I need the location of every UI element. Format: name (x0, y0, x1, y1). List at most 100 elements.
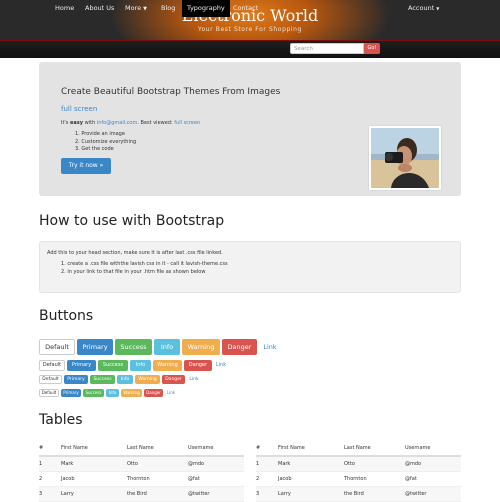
table-row: 3 Larry the Bird @twitter (256, 486, 461, 502)
warning-button-sm[interactable]: Warning (135, 375, 160, 384)
col-header: Last Name (344, 441, 405, 457)
table-row: 1 Mark Otto @mdo (39, 456, 244, 472)
jumbotron-title: Create Beautiful Bootstrap Themes From I… (61, 87, 281, 97)
photographer-image (369, 126, 441, 190)
text-prefix: It's (61, 120, 69, 126)
nav-account-dropdown[interactable]: Account ▼ (404, 0, 443, 17)
list-item: 2. Customize everything (75, 138, 137, 145)
default-button-sm[interactable]: Default (39, 375, 62, 384)
nav-more-dropdown[interactable]: More ▼ (120, 0, 152, 17)
nav-blog-label: Blog (161, 4, 176, 12)
buttons-heading: Buttons (39, 308, 94, 324)
danger-button-xs[interactable]: Danger (144, 389, 163, 397)
success-button-xs[interactable]: Success (83, 389, 104, 397)
table-cell: 1 (256, 456, 278, 472)
table-cell: @fat (188, 471, 244, 487)
text-with: with (84, 120, 96, 126)
col-header: First Name (61, 441, 127, 457)
table-row: 2 Jacob Thornton @fat (256, 471, 461, 487)
nav-more-label: More (125, 4, 142, 12)
col-header: Username (188, 441, 244, 457)
table-cell: @mdo (405, 456, 461, 472)
list-item: 1. create a .css file withthe lavish css… (61, 261, 228, 267)
primary-button-sm[interactable]: Primary (64, 375, 88, 384)
info-button-lg[interactable]: Info (154, 339, 180, 355)
table-left: # First Name Last Name Username 1 Mark O… (39, 441, 244, 502)
link-button-sm[interactable]: Link (187, 375, 201, 384)
table-cell: 2 (256, 471, 278, 487)
table-cell: @twitter (405, 486, 461, 502)
info-button-xs[interactable]: Info (106, 389, 119, 397)
howto-steps: 1. create a .css file withthe lavish css… (61, 261, 228, 276)
email-link[interactable]: info@gmail.com (97, 120, 138, 126)
info-button-sm[interactable]: Info (117, 375, 133, 384)
table-cell: 3 (256, 486, 278, 502)
table-cell: Larry (61, 486, 127, 502)
table-row: 3 Larry the Bird @twitter (39, 486, 244, 502)
table-cell: @mdo (188, 456, 244, 472)
success-button-sm[interactable]: Success (90, 375, 115, 384)
howto-heading: How to use with Bootstrap (39, 213, 225, 229)
text-easy: easy (70, 120, 84, 126)
primary-button-md[interactable]: Primary (67, 360, 96, 371)
chevron-down-icon: ▼ (143, 6, 147, 12)
table-cell: Mark (278, 456, 344, 472)
table-right: # First Name Last Name Username 1 Mark O… (256, 441, 461, 502)
best-viewed-link[interactable]: full screen (174, 120, 200, 126)
default-button-xs[interactable]: Default (39, 389, 59, 397)
table-cell: @twitter (188, 486, 244, 502)
warning-button-xs[interactable]: Warning (121, 389, 142, 397)
nav-about-us[interactable]: About Us (80, 0, 119, 17)
search-go-button[interactable]: Go! (364, 43, 380, 54)
table-row: 1 Mark Otto @mdo (256, 456, 461, 472)
nav-home-label: Home (55, 4, 75, 12)
info-button-md[interactable]: Info (130, 360, 151, 371)
table-cell: Jacob (61, 471, 127, 487)
tables-heading: Tables (39, 412, 83, 428)
warning-button-lg[interactable]: Warning (182, 339, 220, 355)
nav-contact[interactable]: Contact (228, 0, 263, 17)
caret-down-icon: ▼ (436, 6, 440, 11)
nav-blog[interactable]: Blog (156, 0, 180, 17)
jumbotron-fullscreen-link[interactable]: full screen (61, 105, 97, 113)
link-button-md[interactable]: Link (213, 360, 229, 371)
table-header-row: # First Name Last Name Username (39, 441, 244, 457)
table-cell: Thornton (127, 471, 188, 487)
table-header-row: # First Name Last Name Username (256, 441, 461, 457)
default-button-md[interactable]: Default (39, 360, 65, 371)
nav-home[interactable]: Home (50, 0, 79, 17)
danger-button-sm[interactable]: Danger (162, 375, 185, 384)
primary-button-lg[interactable]: Primary (77, 339, 113, 355)
nav-about-label: About Us (85, 4, 115, 12)
default-button-lg[interactable]: Default (39, 339, 75, 355)
table-cell: 3 (39, 486, 61, 502)
try-it-now-button[interactable]: Try it now » (61, 158, 111, 174)
warning-button-md[interactable]: Warning (153, 360, 182, 371)
primary-button-xs[interactable]: Primary (61, 389, 81, 397)
table-cell: Otto (344, 456, 405, 472)
danger-button-md[interactable]: Danger (184, 360, 212, 371)
search-input[interactable]: Search (290, 43, 364, 54)
col-header: # (39, 441, 61, 457)
text-best: . Best viewed: (137, 120, 173, 126)
success-button-md[interactable]: Success (98, 360, 128, 371)
jumbotron-steps: 1. Provide an image 2. Customize everyth… (75, 131, 136, 154)
nav-contact-label: Contact (233, 4, 259, 12)
table-cell: Larry (278, 486, 344, 502)
table-cell: @fat (405, 471, 461, 487)
link-button-xs[interactable]: Link (165, 389, 177, 397)
table-row: 2 Jacob Thornton @fat (39, 471, 244, 487)
table-cell: the Bird (344, 486, 405, 502)
list-item: 2. in your link to that file in your .ht… (61, 268, 206, 275)
nav-typography-label: Typography (187, 4, 225, 12)
jumbotron-text: It's easy with info@gmail.com. Best view… (61, 120, 200, 126)
photographer-illustration (371, 128, 439, 188)
nav-typography[interactable]: Typography (182, 0, 230, 17)
col-header: First Name (278, 441, 344, 457)
table-cell: 1 (39, 456, 61, 472)
link-button-lg[interactable]: Link (259, 339, 281, 355)
success-button-lg[interactable]: Success (115, 339, 152, 355)
howto-text: Add this to your head section, make sure… (47, 250, 223, 256)
table-cell: the Bird (127, 486, 188, 502)
danger-button-lg[interactable]: Danger (222, 339, 257, 355)
